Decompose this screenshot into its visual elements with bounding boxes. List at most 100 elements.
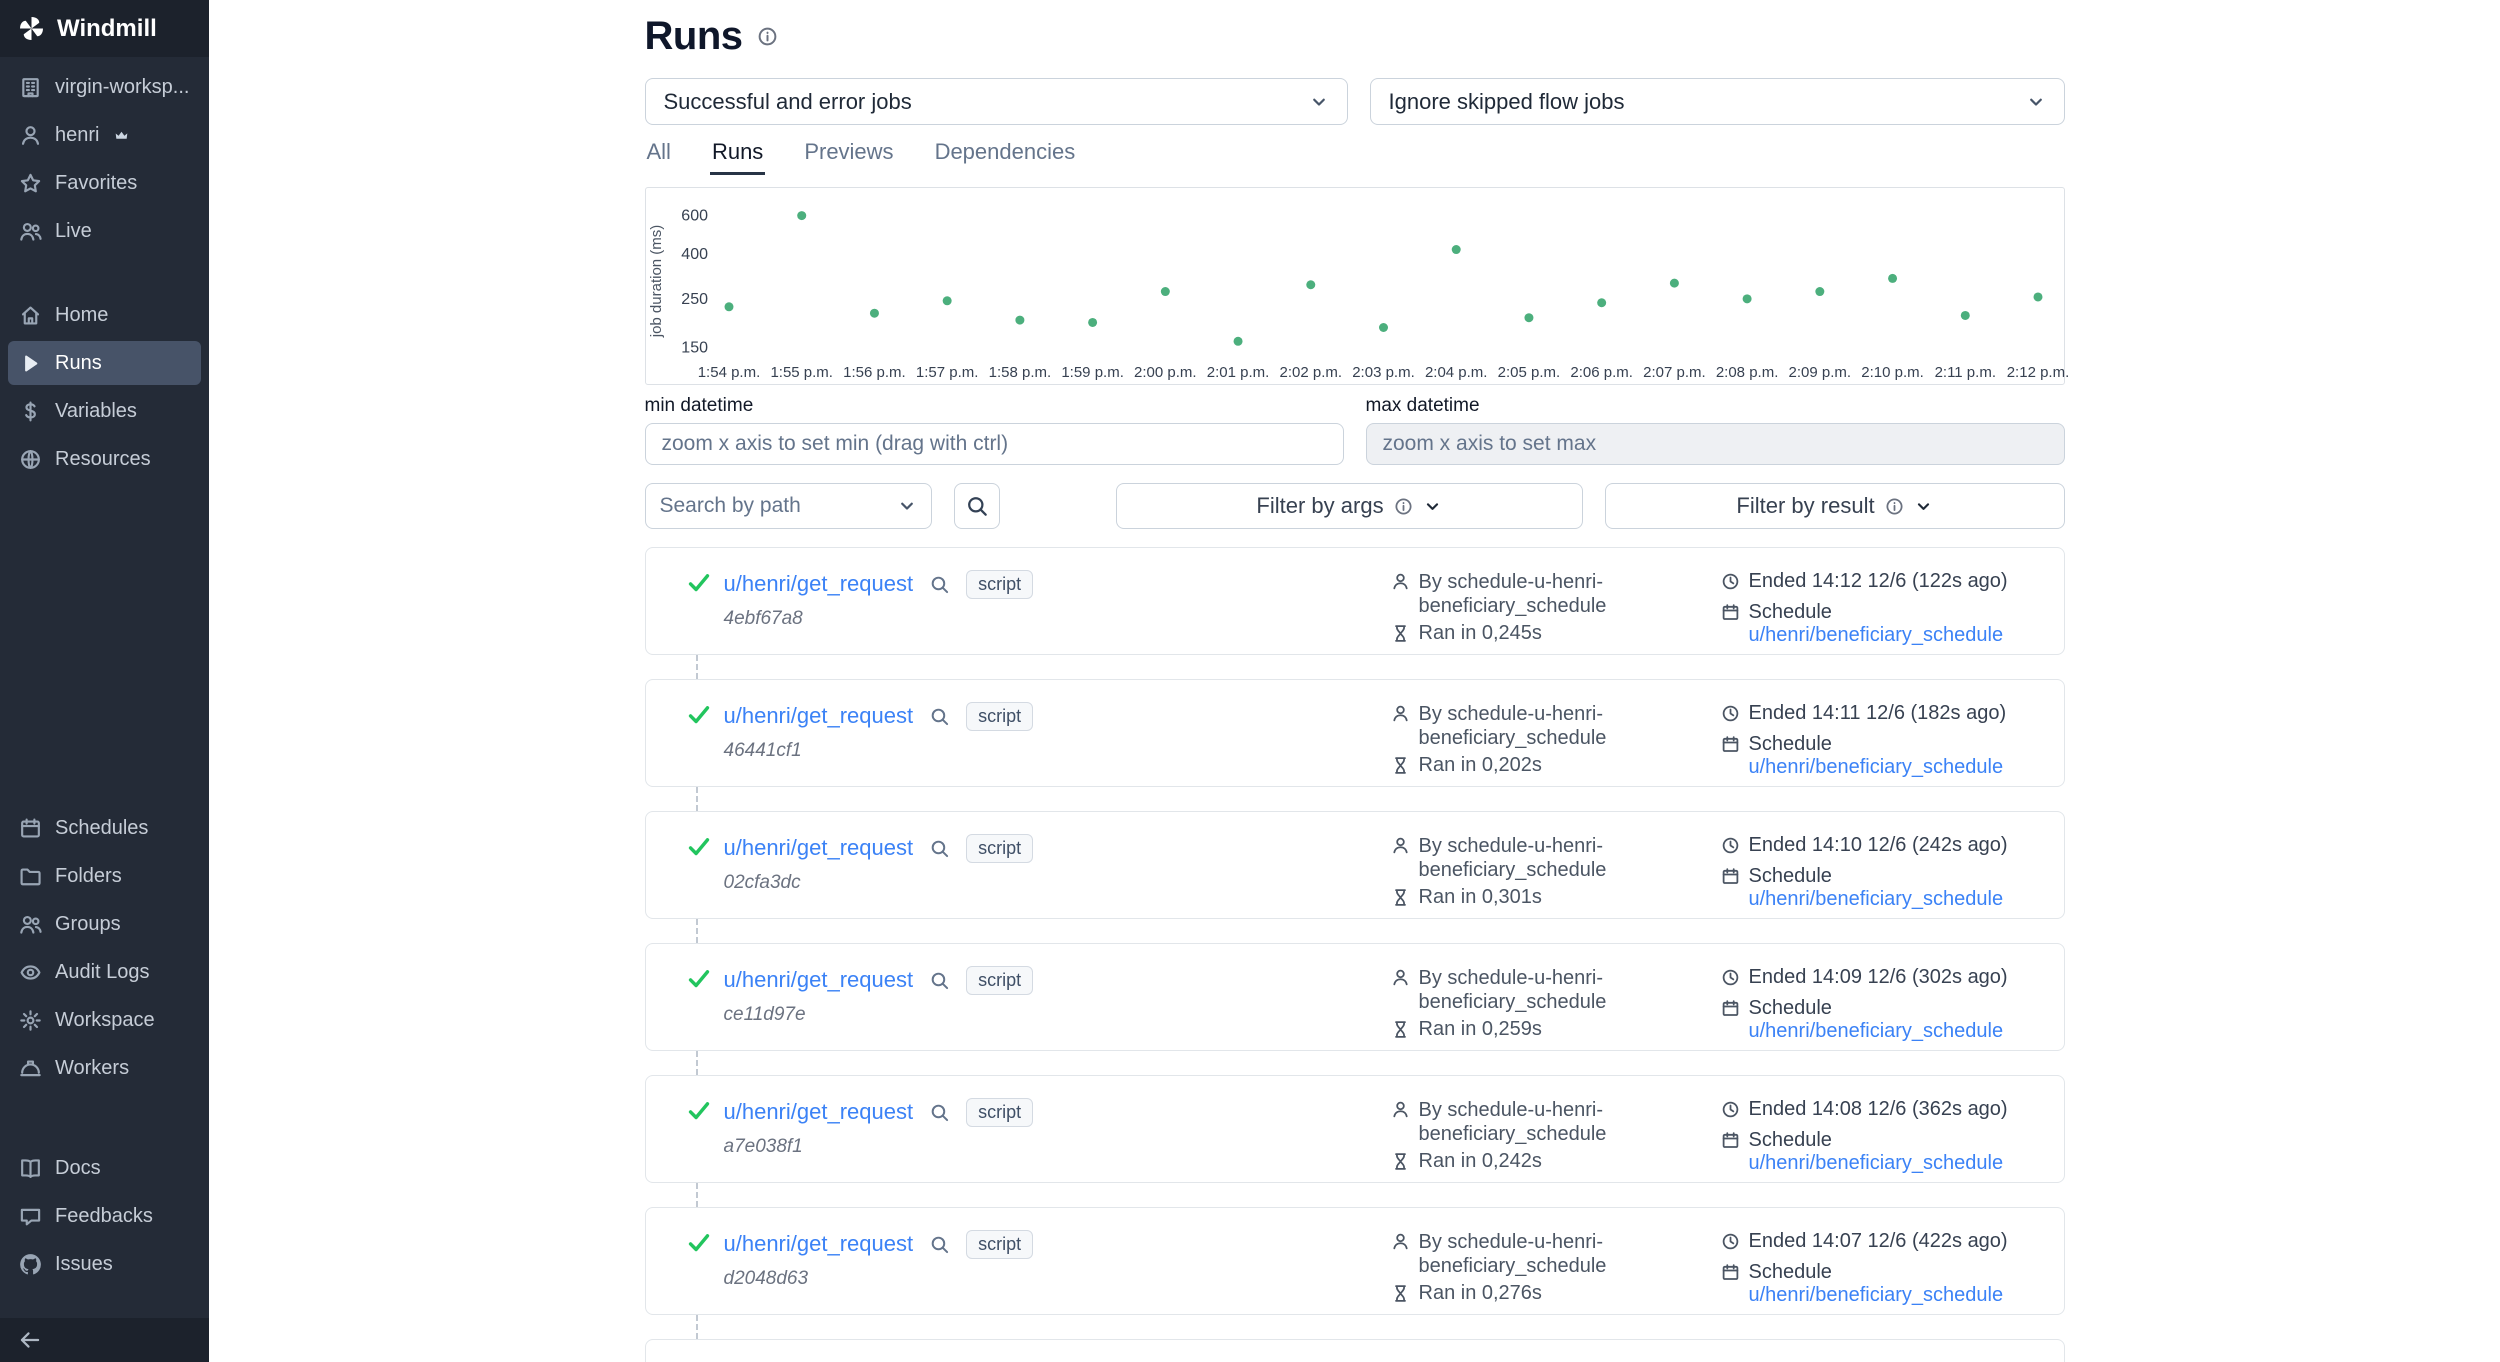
- inspect-run-icon[interactable]: [929, 1234, 950, 1255]
- person-icon: [19, 124, 42, 147]
- sidebar-item-feedbacks[interactable]: Feedbacks: [8, 1194, 201, 1238]
- sidebar-item-label: Home: [55, 304, 108, 327]
- schedule-path-link[interactable]: u/henri/beneficiary_schedule: [1749, 1020, 2004, 1042]
- skipped-flow-select[interactable]: Ignore skipped flow jobs: [1370, 78, 2065, 125]
- dollar-icon: [19, 400, 42, 423]
- svg-text:2:00 p.m.: 2:00 p.m.: [1134, 364, 1197, 381]
- search-by-path-select[interactable]: Search by path: [645, 483, 932, 529]
- inspect-run-icon[interactable]: [929, 574, 950, 595]
- search-toolbar: Search by path Filter by args Filter by …: [645, 483, 2065, 529]
- tab-dependencies[interactable]: Dependencies: [933, 135, 1078, 175]
- main-content: Runs Successful and error jobs Ignore sk…: [209, 0, 2500, 1362]
- runs-duration-chart[interactable]: job duration (ms)1502504006001:54 p.m.1:…: [645, 187, 2065, 385]
- run-path-link[interactable]: u/henri/get_request: [724, 835, 914, 861]
- chevron-down-icon: [1309, 92, 1329, 112]
- windmill-logo[interactable]: Windmill: [0, 0, 209, 57]
- tab-all[interactable]: All: [645, 135, 673, 175]
- run-card-right: Ended 14:12 12/6 (122s ago)Schedule u/he…: [1721, 570, 2040, 655]
- sidebar-item-docs[interactable]: Docs: [8, 1146, 201, 1190]
- user-menu[interactable]: henri: [8, 113, 201, 157]
- run-card[interactable]: u/henri/get_requestscriptd2048d63By sche…: [645, 1207, 2065, 1315]
- sidebar-item-folders[interactable]: Folders: [8, 854, 201, 898]
- search-button[interactable]: [954, 483, 1000, 529]
- info-icon[interactable]: [1885, 497, 1904, 516]
- tab-runs[interactable]: Runs: [710, 135, 765, 175]
- max-datetime-input[interactable]: [1366, 423, 2065, 465]
- run-card[interactable]: u/henri/get_requestscripta7e038f1By sche…: [645, 1075, 2065, 1183]
- schedule-path-link[interactable]: u/henri/beneficiary_schedule: [1749, 1284, 2004, 1306]
- run-path-link[interactable]: u/henri/get_request: [724, 967, 914, 993]
- runs-list: u/henri/get_requestscript4ebf67a8By sche…: [645, 547, 2065, 1362]
- run-path-link[interactable]: u/henri/get_request: [724, 703, 914, 729]
- sidebar-item-issues[interactable]: Issues: [8, 1242, 201, 1286]
- github-icon: [19, 1253, 42, 1276]
- collapse-sidebar-icon[interactable]: [18, 1328, 42, 1352]
- sidebar-item-groups[interactable]: Groups: [8, 902, 201, 946]
- person-icon: [1391, 1100, 1410, 1119]
- run-id: 4ebf67a8: [724, 608, 1034, 630]
- sidebar-item-label: Workers: [55, 1057, 129, 1080]
- run-card[interactable]: u/henri/get_requestscript46441cf1By sche…: [645, 679, 2065, 787]
- inspect-run-icon[interactable]: [929, 1102, 950, 1123]
- sidebar-item-live[interactable]: Live: [8, 209, 201, 253]
- job-status-select[interactable]: Successful and error jobs: [645, 78, 1348, 125]
- run-duration: Ran in 0,259s: [1419, 1018, 1542, 1041]
- chevron-down-icon: [1423, 497, 1442, 516]
- sidebar-item-workspace[interactable]: Workspace: [8, 998, 201, 1042]
- inspect-run-icon[interactable]: [929, 970, 950, 991]
- run-schedule: Schedule u/henri/beneficiary_schedule: [1749, 865, 2040, 911]
- svg-text:2:06 p.m.: 2:06 p.m.: [1570, 364, 1633, 381]
- sidebar-item-variables[interactable]: Variables: [8, 389, 201, 433]
- inspect-run-icon[interactable]: [929, 838, 950, 859]
- run-ended: Ended 14:10 12/6 (242s ago): [1749, 834, 2008, 857]
- clock-icon: [1721, 1100, 1740, 1119]
- sidebar-item-audit-logs[interactable]: Audit Logs: [8, 950, 201, 994]
- sidebar-item-runs[interactable]: Runs: [8, 341, 201, 385]
- tab-previews[interactable]: Previews: [802, 135, 895, 175]
- run-card[interactable]: u/henri/get_requestscriptce11d97eBy sche…: [645, 943, 2065, 1051]
- run-card-left: u/henri/get_requestscriptce11d97e: [686, 966, 1391, 1026]
- success-check-icon: [686, 570, 712, 596]
- svg-text:2:05 p.m.: 2:05 p.m.: [1497, 364, 1560, 381]
- schedule-path-link[interactable]: u/henri/beneficiary_schedule: [1749, 756, 2004, 778]
- run-path-link[interactable]: u/henri/get_request: [724, 1231, 914, 1257]
- schedule-path-link[interactable]: u/henri/beneficiary_schedule: [1749, 624, 2004, 646]
- sidebar-item-schedules[interactable]: Schedules: [8, 806, 201, 850]
- sidebar-item-resources[interactable]: Resources: [8, 437, 201, 481]
- hourglass-icon: [1391, 756, 1410, 775]
- sidebar-item-label: Workspace: [55, 1009, 155, 1032]
- filter-by-result-button[interactable]: Filter by result: [1605, 483, 2065, 529]
- run-duration: Ran in 0,301s: [1419, 886, 1542, 909]
- sidebar-item-workers[interactable]: Workers: [8, 1046, 201, 1090]
- clock-icon: [1721, 968, 1740, 987]
- sidebar-item-favorites[interactable]: Favorites: [8, 161, 201, 205]
- workspace-selector[interactable]: virgin-worksp...: [8, 65, 201, 109]
- svg-text:1:56 p.m.: 1:56 p.m.: [843, 364, 906, 381]
- run-card[interactable]: u/henri/get_requestscriptBy schedule-u-h…: [645, 1339, 2065, 1362]
- page-info-icon[interactable]: [757, 26, 778, 47]
- filter-by-args-button[interactable]: Filter by args: [1116, 483, 1583, 529]
- users-icon: [19, 913, 42, 936]
- schedule-path-link[interactable]: u/henri/beneficiary_schedule: [1749, 888, 2004, 910]
- svg-text:250: 250: [681, 291, 708, 308]
- run-card[interactable]: u/henri/get_requestscript02cfa3dcBy sche…: [645, 811, 2065, 919]
- skipped-flow-value: Ignore skipped flow jobs: [1389, 89, 1625, 115]
- run-card-middle: By schedule-u-henri-beneficiary_schedule…: [1391, 570, 1721, 649]
- run-connector: [696, 919, 698, 943]
- schedule-path-link[interactable]: u/henri/beneficiary_schedule: [1749, 1152, 2004, 1174]
- min-datetime-input[interactable]: [645, 423, 1344, 465]
- inspect-run-icon[interactable]: [929, 706, 950, 727]
- sidebar-item-label: Issues: [55, 1253, 113, 1276]
- run-duration: Ran in 0,245s: [1419, 622, 1542, 645]
- hourglass-icon: [1391, 1152, 1410, 1171]
- run-path-link[interactable]: u/henri/get_request: [724, 571, 914, 597]
- info-icon[interactable]: [1394, 497, 1413, 516]
- run-ended: Ended 14:07 12/6 (422s ago): [1749, 1230, 2008, 1253]
- run-id: 02cfa3dc: [724, 872, 1034, 894]
- run-path-link[interactable]: u/henri/get_request: [724, 1099, 914, 1125]
- play-icon: [19, 352, 42, 375]
- star-icon: [19, 172, 42, 195]
- sidebar-item-home[interactable]: Home: [8, 293, 201, 337]
- sidebar-item-label: Folders: [55, 865, 122, 888]
- run-card[interactable]: u/henri/get_requestscript4ebf67a8By sche…: [645, 547, 2065, 655]
